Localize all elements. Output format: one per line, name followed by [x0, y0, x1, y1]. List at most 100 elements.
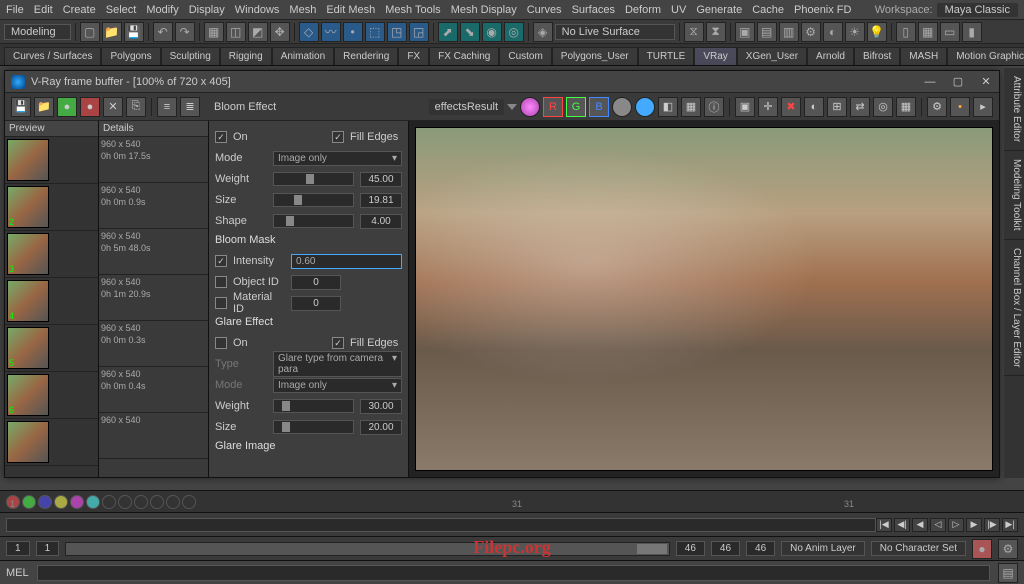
- shelf-tab[interactable]: Motion Graphic: [947, 47, 1024, 65]
- history-item[interactable]: 3: [5, 231, 98, 278]
- channel-box-tab[interactable]: Channel Box / Layer Editor: [1004, 240, 1024, 377]
- green-channel-icon[interactable]: ●: [57, 97, 77, 117]
- script-lang-label[interactable]: MEL: [6, 567, 29, 579]
- menu-item[interactable]: Cache: [752, 4, 784, 16]
- panel-4-icon[interactable]: ▦: [918, 22, 938, 42]
- help-icon[interactable]: •: [950, 97, 970, 117]
- panel-1-icon[interactable]: ▯: [896, 22, 916, 42]
- shelf-tab[interactable]: Animation: [272, 47, 334, 65]
- material-id-value[interactable]: 0: [291, 296, 341, 311]
- status-dot-icon[interactable]: [70, 495, 84, 509]
- snap-grid-icon[interactable]: ◇: [299, 22, 319, 42]
- render-setup-icon[interactable]: ☀: [845, 22, 865, 42]
- shelf-tab[interactable]: Polygons_User: [552, 47, 638, 65]
- intensity-value[interactable]: 0.60: [291, 254, 402, 269]
- menu-item[interactable]: Modify: [146, 4, 178, 16]
- status-dot-icon[interactable]: [22, 495, 36, 509]
- size-slider[interactable]: [273, 193, 354, 207]
- shelf-tab[interactable]: FX Caching: [429, 47, 499, 65]
- prefs-icon[interactable]: ⚙: [998, 539, 1018, 559]
- size-value[interactable]: 19.81: [360, 193, 402, 208]
- play-fwd-icon[interactable]: ▶: [966, 518, 982, 532]
- object-id-value[interactable]: 0: [291, 275, 341, 290]
- range-end-field[interactable]: 46: [711, 541, 740, 556]
- stereo-icon[interactable]: ◎: [873, 97, 893, 117]
- pixel-info-icon[interactable]: ⊞: [827, 97, 847, 117]
- glare-type-dropdown[interactable]: Glare type from camera para▾: [273, 351, 402, 377]
- cg-output-icon[interactable]: ⬊: [460, 22, 480, 42]
- status-dot-icon[interactable]: [102, 495, 116, 509]
- menu-item[interactable]: Mesh Display: [451, 4, 517, 16]
- light-editor-icon[interactable]: 💡: [867, 22, 887, 42]
- command-input[interactable]: [37, 565, 990, 581]
- step-fwd-icon[interactable]: |▶: [984, 518, 1000, 532]
- material-id-checkbox[interactable]: [215, 297, 227, 309]
- menu-item[interactable]: Curves: [527, 4, 562, 16]
- menu-item[interactable]: Surfaces: [572, 4, 615, 16]
- menu-item[interactable]: File: [6, 4, 24, 16]
- menu-item[interactable]: Select: [106, 4, 137, 16]
- bloom-fill-edges-checkbox[interactable]: [332, 131, 344, 143]
- clear-icon[interactable]: ✕: [103, 97, 123, 117]
- menu-item[interactable]: Edit: [34, 4, 53, 16]
- make-live-icon[interactable]: ◈: [533, 22, 553, 42]
- go-end-icon[interactable]: ▶|: [1002, 518, 1018, 532]
- status-dot-icon[interactable]: [134, 495, 148, 509]
- shape-slider[interactable]: [273, 214, 354, 228]
- lens-effects-icon[interactable]: ≣: [180, 97, 200, 117]
- render-frame-icon[interactable]: ▤: [757, 22, 777, 42]
- glare-on-checkbox[interactable]: [215, 337, 227, 349]
- details-item[interactable]: 960 x 540: [99, 413, 208, 459]
- menu-item[interactable]: Display: [189, 4, 225, 16]
- glare-size-slider[interactable]: [273, 420, 354, 434]
- color-correct-icon[interactable]: ◐: [804, 97, 824, 117]
- track-mouse-icon[interactable]: ✛: [758, 97, 778, 117]
- shelf-tab[interactable]: Curves / Surfaces: [4, 47, 101, 65]
- status-dot-icon[interactable]: [166, 495, 180, 509]
- menu-item[interactable]: UV: [671, 4, 686, 16]
- glare-size-value[interactable]: 20.00: [360, 420, 402, 435]
- srgb-icon[interactable]: ◧: [658, 97, 678, 117]
- history-item[interactable]: 2: [5, 184, 98, 231]
- open-scene-icon[interactable]: 📁: [102, 22, 122, 42]
- menu-item[interactable]: Deform: [625, 4, 661, 16]
- status-dot-icon[interactable]: [86, 495, 100, 509]
- bloom-on-checkbox[interactable]: [215, 131, 227, 143]
- menu-item[interactable]: Edit Mesh: [326, 4, 375, 16]
- attribute-editor-tab[interactable]: Attribute Editor: [1004, 68, 1024, 151]
- autokey-icon[interactable]: ●: [972, 539, 992, 559]
- menu-item[interactable]: Generate: [696, 4, 742, 16]
- shelf-tab[interactable]: XGen_User: [737, 47, 807, 65]
- status-dot-icon[interactable]: [38, 495, 52, 509]
- menu-item[interactable]: Mesh Tools: [385, 4, 440, 16]
- history-item[interactable]: 6: [5, 372, 98, 419]
- maximize-icon[interactable]: ▢: [951, 75, 965, 89]
- menu-item[interactable]: Create: [63, 4, 96, 16]
- module-selector[interactable]: Modeling: [4, 24, 71, 40]
- ipr-icon[interactable]: ▥: [779, 22, 799, 42]
- shelf-tab[interactable]: Arnold: [807, 47, 854, 65]
- history-item[interactable]: [5, 419, 98, 466]
- details-item[interactable]: 960 x 5400h 5m 48.0s: [99, 229, 208, 275]
- history-item[interactable]: 5: [5, 325, 98, 372]
- shelf-tab[interactable]: Sculpting: [161, 47, 220, 65]
- new-scene-icon[interactable]: ▢: [80, 22, 100, 42]
- close-icon[interactable]: ✕: [979, 75, 993, 89]
- b-channel-button[interactable]: B: [589, 97, 609, 117]
- r-channel-button[interactable]: R: [543, 97, 563, 117]
- redo-icon[interactable]: ↷: [175, 22, 195, 42]
- object-id-checkbox[interactable]: [215, 276, 227, 288]
- g-channel-button[interactable]: G: [566, 97, 586, 117]
- paint-select-icon[interactable]: ◩: [248, 22, 268, 42]
- shape-value[interactable]: 4.00: [360, 214, 402, 229]
- character-set-dropdown[interactable]: No Character Set: [871, 541, 966, 556]
- cg-off-icon[interactable]: ◎: [504, 22, 524, 42]
- details-item[interactable]: 960 x 5400h 0m 0.9s: [99, 183, 208, 229]
- shelf-tab[interactable]: TURTLE: [638, 47, 695, 65]
- workspace-selector[interactable]: Workspace: Maya Classic: [875, 3, 1018, 17]
- cg-on-icon[interactable]: ◉: [482, 22, 502, 42]
- vfb-titlebar[interactable]: V-Ray frame buffer - [100% of 720 x 405]…: [5, 71, 999, 93]
- channel-dropdown[interactable]: effectsResult: [429, 99, 504, 115]
- sym-off-icon[interactable]: ⧖: [684, 22, 704, 42]
- shelf-tab[interactable]: Bifrost: [854, 47, 900, 65]
